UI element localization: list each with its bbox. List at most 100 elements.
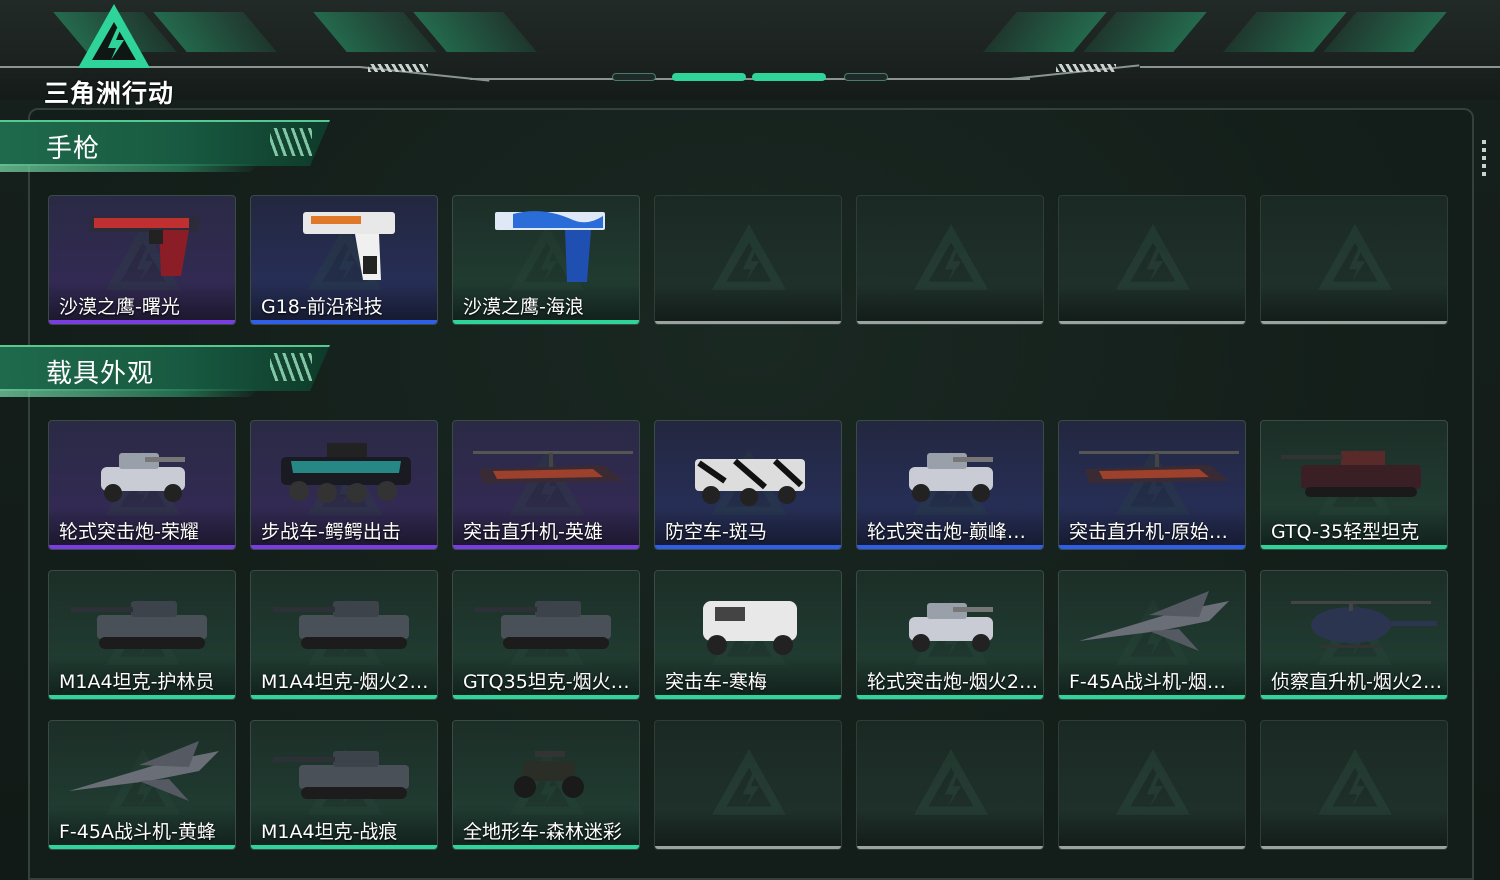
ifv-icon bbox=[251, 421, 437, 521]
item-name: 防空车-斑马 bbox=[665, 521, 767, 543]
skin-card[interactable]: 突击直升机-原始伪装 bbox=[1058, 420, 1246, 550]
rarity-bar bbox=[1059, 695, 1245, 699]
skin-card[interactable]: F-45A战斗机-黄蜂 bbox=[48, 720, 236, 850]
game-logo: 三角洲行动 bbox=[44, 2, 184, 108]
empty-slot bbox=[654, 720, 842, 850]
item-name: M1A4坦克-战痕 bbox=[261, 821, 398, 843]
rarity-bar bbox=[857, 321, 1043, 324]
rarity-bar bbox=[1059, 846, 1245, 849]
skin-card[interactable]: 突击车-寒梅 bbox=[654, 570, 842, 700]
skin-card[interactable]: 轮式突击炮-荣耀 bbox=[48, 420, 236, 550]
rarity-bar bbox=[655, 846, 841, 849]
rarity-bar bbox=[1261, 321, 1447, 324]
rarity-bar bbox=[453, 695, 639, 699]
frame-line bbox=[470, 78, 1030, 80]
rarity-bar bbox=[655, 695, 841, 699]
rarity-bar bbox=[49, 320, 235, 324]
skin-card[interactable]: M1A4坦克-烟火2026 bbox=[250, 570, 438, 700]
section-header-slashes bbox=[270, 128, 312, 156]
skin-card[interactable]: 防空车-斑马 bbox=[654, 420, 842, 550]
skin-card[interactable]: 轮式突击炮-烟火2026 bbox=[856, 570, 1044, 700]
skin-card[interactable]: G18-前沿科技 bbox=[250, 195, 438, 325]
skin-card[interactable]: 步战车-鳄鳄出击 bbox=[250, 420, 438, 550]
skin-card[interactable]: F-45A战斗机-烟火2026 bbox=[1058, 570, 1246, 700]
tank-icon bbox=[251, 571, 437, 671]
skin-card[interactable]: M1A4坦克-战痕 bbox=[250, 720, 438, 850]
item-name: 轮式突击炮-烟火2026 bbox=[867, 671, 1039, 693]
tank-icon bbox=[251, 721, 437, 821]
rarity-bar bbox=[251, 695, 437, 699]
empty-slot bbox=[1260, 720, 1448, 850]
page-indicator[interactable] bbox=[612, 73, 656, 81]
item-name: M1A4坦克-烟火2026 bbox=[261, 671, 433, 693]
item-name: 侦察直升机-烟火2026 bbox=[1271, 671, 1443, 693]
desert-eagle-dawn-icon bbox=[49, 196, 235, 296]
empty-slot bbox=[654, 195, 842, 325]
skin-card[interactable]: 轮式突击炮-巅峰竞技 bbox=[856, 420, 1044, 550]
skin-card[interactable]: 侦察直升机-烟火2026 bbox=[1260, 570, 1448, 700]
banner-hash bbox=[1056, 64, 1116, 72]
rarity-bar bbox=[857, 695, 1043, 699]
attack-helicopter-icon bbox=[453, 421, 639, 521]
section-header-slashes bbox=[270, 353, 312, 381]
fighter-jet-icon bbox=[49, 721, 235, 821]
rarity-bar bbox=[1059, 545, 1245, 549]
item-name: F-45A战斗机-黄蜂 bbox=[59, 821, 216, 843]
page-indicator[interactable] bbox=[844, 73, 888, 81]
item-name: 突击直升机-英雄 bbox=[463, 521, 603, 543]
card-shade bbox=[1261, 809, 1447, 849]
skin-card[interactable]: GTQ35坦克-烟火2026 bbox=[452, 570, 640, 700]
rarity-bar bbox=[857, 846, 1043, 849]
rarity-bar bbox=[1261, 695, 1447, 699]
empty-slot bbox=[856, 195, 1044, 325]
wheeled-assault-gun-icon bbox=[857, 421, 1043, 521]
aa-vehicle-icon bbox=[655, 421, 841, 521]
page-indicator-active[interactable] bbox=[672, 73, 746, 81]
item-name: F-45A战斗机-烟火2026 bbox=[1069, 671, 1241, 693]
section-header-edge bbox=[0, 389, 260, 397]
item-name: 轮式突击炮-巅峰竞技 bbox=[867, 521, 1039, 543]
card-shade bbox=[1059, 809, 1245, 849]
tank-icon bbox=[453, 571, 639, 671]
skin-card[interactable]: 突击直升机-英雄 bbox=[452, 420, 640, 550]
item-name: G18-前沿科技 bbox=[261, 296, 383, 318]
item-name: GTQ35坦克-烟火2026 bbox=[463, 671, 635, 693]
page-indicator-active[interactable] bbox=[752, 73, 826, 81]
rarity-bar bbox=[453, 845, 639, 849]
rarity-bar bbox=[251, 545, 437, 549]
logo-text: 三角洲行动 bbox=[44, 79, 175, 108]
rarity-bar bbox=[49, 845, 235, 849]
rarity-bar bbox=[251, 320, 437, 324]
empty-slot bbox=[856, 720, 1044, 850]
empty-slot bbox=[1058, 720, 1246, 850]
section-header-pistols: 手枪 bbox=[0, 120, 330, 174]
rarity-bar bbox=[857, 545, 1043, 549]
item-name: 突击车-寒梅 bbox=[665, 671, 767, 693]
item-name: 全地形车-森林迷彩 bbox=[463, 821, 622, 843]
wheeled-assault-gun-icon bbox=[857, 571, 1043, 671]
item-name: 步战车-鳄鳄出击 bbox=[261, 521, 401, 543]
rarity-bar bbox=[453, 545, 639, 549]
card-shade bbox=[1059, 284, 1245, 324]
atv-icon bbox=[453, 721, 639, 821]
rarity-bar bbox=[1261, 545, 1447, 549]
skin-card[interactable]: 全地形车-森林迷彩 bbox=[452, 720, 640, 850]
banner-hash bbox=[368, 64, 428, 72]
card-shade bbox=[1261, 284, 1447, 324]
skin-card[interactable]: 沙漠之鹰-曙光 bbox=[48, 195, 236, 325]
banner-stripe bbox=[1083, 12, 1207, 52]
desert-eagle-wave-icon bbox=[453, 196, 639, 296]
section-header-vehicles: 载具外观 bbox=[0, 345, 330, 399]
top-banner: 三角洲行动 bbox=[0, 0, 1500, 108]
card-shade bbox=[857, 809, 1043, 849]
frame-line bbox=[1140, 66, 1500, 68]
scrollbar-handle[interactable] bbox=[1482, 140, 1486, 180]
rarity-bar bbox=[453, 320, 639, 324]
rarity-bar bbox=[1261, 846, 1447, 849]
skin-card[interactable]: 沙漠之鹰-海浪 bbox=[452, 195, 640, 325]
skin-card[interactable]: M1A4坦克-护林员 bbox=[48, 570, 236, 700]
skin-card[interactable]: GTQ-35轻型坦克 bbox=[1260, 420, 1448, 550]
rarity-bar bbox=[251, 845, 437, 849]
card-shade bbox=[655, 284, 841, 324]
empty-slot bbox=[1058, 195, 1246, 325]
